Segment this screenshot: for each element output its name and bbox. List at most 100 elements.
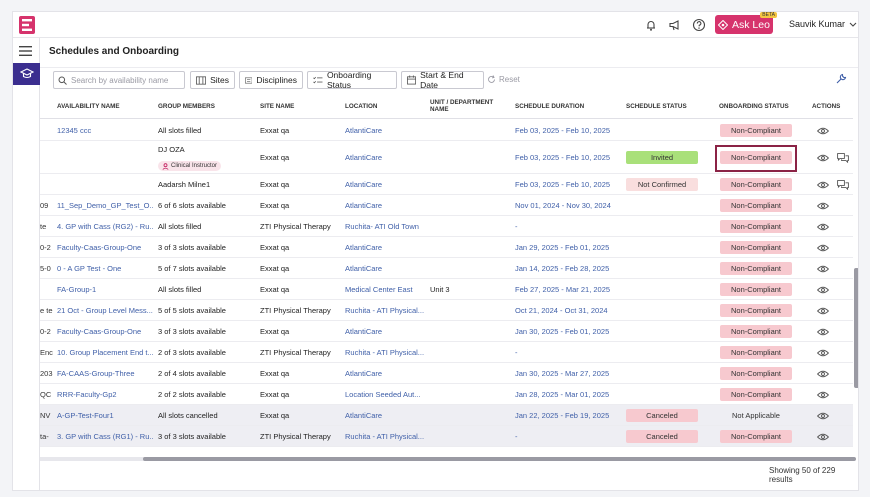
table-row[interactable]: Aadarsh Milne1 Exxat qa AtlantiCare Feb 03,… (40, 174, 853, 195)
search-field[interactable] (53, 71, 185, 89)
view-eye-icon[interactable] (817, 412, 829, 420)
column-header-onboarding-status[interactable]: ONBOARDING STATUS (719, 93, 789, 119)
ask-leo-button[interactable]: Ask Leo BETA (715, 12, 777, 34)
view-eye-icon[interactable] (817, 328, 829, 336)
location-link[interactable]: AtlantiCare (345, 411, 425, 420)
onboarding-status-badge[interactable]: Not Applicable (720, 409, 792, 422)
help-icon[interactable] (692, 18, 706, 32)
bell-icon[interactable] (644, 18, 658, 32)
user-menu[interactable]: Sauvik Kumar (789, 19, 857, 29)
table-row[interactable]: 0-2 Faculty-Caas-Group-One 3 of 3 slots av… (40, 321, 853, 342)
table-row[interactable]: NV A-GP-Test-Four1 All slots cancelled Exxa… (40, 405, 853, 426)
onboarding-status-badge[interactable]: Non-Compliant (720, 124, 792, 137)
sites-filter-button[interactable]: Sites (190, 71, 235, 89)
view-eye-icon[interactable] (817, 181, 829, 189)
location-link[interactable]: AtlantiCare (345, 201, 425, 210)
view-eye-icon[interactable] (817, 433, 829, 441)
table-row[interactable]: te 4. GP with Cass (RG2) - Ru... All slots… (40, 216, 853, 237)
table-row[interactable]: ta- 3. GP with Cass (RG1) - Ru... 3 of 3 s… (40, 426, 853, 447)
column-header-availability[interactable]: AVAILABILITY NAME (57, 93, 120, 119)
location-link[interactable]: AtlantiCare (345, 243, 425, 252)
view-eye-icon[interactable] (817, 349, 829, 357)
view-eye-icon[interactable] (817, 265, 829, 273)
availability-name-link[interactable]: 21 Oct - Group Level Mess... (57, 306, 153, 315)
location-link[interactable]: Location Seeded Aut... (345, 390, 425, 399)
view-eye-icon[interactable] (817, 244, 829, 252)
column-header-unit[interactable]: UNIT / DEPARTMENT NAME (430, 93, 500, 119)
onboarding-status-badge[interactable]: Non-Compliant (720, 367, 792, 380)
column-header-duration[interactable]: SCHEDULE DURATION (515, 93, 584, 119)
chat-icon[interactable] (837, 180, 849, 190)
exxat-logo[interactable] (19, 16, 35, 34)
location-link[interactable]: AtlantiCare (345, 264, 425, 273)
column-header-schedule-status[interactable]: SCHEDULE STATUS (626, 93, 687, 119)
availability-name-link[interactable]: 4. GP with Cass (RG2) - Ru... (57, 222, 153, 231)
availability-name-link[interactable]: Faculty-Caas-Group-One (57, 327, 153, 336)
view-eye-icon[interactable] (817, 202, 829, 210)
megaphone-icon[interactable] (668, 18, 682, 32)
availability-name-link[interactable]: 11_Sep_Demo_GP_Test_O... (57, 201, 153, 210)
table-row[interactable]: QC RRR-Faculty-Gp2 2 of 2 slots available E… (40, 384, 853, 405)
table-row[interactable]: 09 11_Sep_Demo_GP_Test_O... 6 of 6 slots a… (40, 195, 853, 216)
view-eye-icon[interactable] (817, 307, 829, 315)
table-row[interactable]: FA-Group-1 All slots filled Exxat qa Medica… (40, 279, 853, 300)
chat-icon[interactable] (837, 153, 849, 163)
location-link[interactable]: AtlantiCare (345, 369, 425, 378)
onboarding-status-badge[interactable]: Non-Compliant (720, 346, 792, 359)
availability-name-link[interactable]: 0 - A GP Test - One (57, 264, 153, 273)
location-link[interactable]: Ruchita- ATI Old Town (345, 222, 425, 231)
view-eye-icon[interactable] (817, 223, 829, 231)
onboarding-status-badge[interactable]: Non-Compliant (720, 430, 792, 443)
reset-button[interactable]: Reset (487, 75, 520, 84)
column-header-site[interactable]: SITE NAME (260, 93, 294, 119)
onboarding-status-badge[interactable]: Non-Compliant (720, 199, 792, 212)
location-link[interactable]: Medical Center East (345, 285, 425, 294)
location-link[interactable]: Ruchita - ATI Physical... (345, 348, 425, 357)
disciplines-filter-button[interactable]: Disciplines (239, 71, 303, 89)
availability-name-link[interactable]: 12345 ccc (57, 126, 153, 135)
date-range-filter-button[interactable]: Start & End Date (401, 70, 484, 90)
availability-name-link[interactable]: A-GP-Test-Four1 (57, 411, 153, 420)
wrench-icon[interactable] (835, 73, 847, 85)
table-row[interactable]: Enc 10. Group Placement End t... 2 of 3 sl… (40, 342, 853, 363)
table-row[interactable]: e te 21 Oct - Group Level Mess... 5 of 5 s… (40, 300, 853, 321)
onboarding-status-badge[interactable]: Non-Compliant (720, 304, 792, 317)
location-link[interactable]: Ruchita - ATI Physical... (345, 432, 425, 441)
onboarding-status-badge[interactable]: Non-Compliant (720, 325, 792, 338)
location-link[interactable]: Ruchita - ATI Physical... (345, 306, 425, 315)
hamburger-menu-icon[interactable] (19, 46, 32, 56)
table-row[interactable]: 5-0 0 - A GP Test - One 5 of 7 slots avail… (40, 258, 853, 279)
availability-name-link[interactable]: 3. GP with Cass (RG1) - Ru... (57, 432, 153, 441)
availability-name-link[interactable]: FA-CAAS-Group-Three (57, 369, 153, 378)
onboarding-status-badge[interactable]: Non-Compliant (720, 388, 792, 401)
column-header-location[interactable]: LOCATION (345, 93, 377, 119)
view-eye-icon[interactable] (817, 286, 829, 294)
location-link[interactable]: AtlantiCare (345, 126, 425, 135)
onboarding-status-badge[interactable]: Non-Compliant (720, 178, 792, 191)
sidebar-item-schedules[interactable] (13, 63, 40, 85)
onboarding-status-filter-button[interactable]: Onboarding Status (307, 70, 397, 90)
onboarding-status-badge[interactable]: Non-Compliant (720, 283, 792, 296)
availability-name-link[interactable]: RRR-Faculty-Gp2 (57, 390, 153, 399)
onboarding-status-badge[interactable]: Non-Compliant (720, 220, 792, 233)
location-link[interactable]: AtlantiCare (345, 153, 425, 162)
vertical-scrollbar-thumb[interactable] (854, 268, 858, 388)
onboarding-status-badge[interactable]: Non-Compliant (720, 241, 792, 254)
view-eye-icon[interactable] (817, 370, 829, 378)
view-eye-icon[interactable] (817, 391, 829, 399)
location-link[interactable]: AtlantiCare (345, 327, 425, 336)
table-row[interactable]: DJ OZA Clinical Instructor Exxat qa Atlanti… (40, 141, 853, 174)
table-row[interactable]: 0-2 Faculty-Caas-Group-One 3 of 3 slots av… (40, 237, 853, 258)
availability-name-link[interactable]: 10. Group Placement End t... (57, 348, 153, 357)
availability-name-link[interactable]: FA-Group-1 (57, 285, 153, 294)
table-row[interactable]: 203 FA-CAAS-Group-Three 2 of 4 slots avail… (40, 363, 853, 384)
view-eye-icon[interactable] (817, 154, 829, 162)
location-link[interactable]: AtlantiCare (345, 180, 425, 189)
table-row[interactable]: 12345 ccc All slots filled Exxat qa Atlanti… (40, 120, 853, 141)
search-input[interactable] (71, 75, 179, 85)
column-header-group[interactable]: GROUP MEMBERS (158, 93, 215, 119)
view-eye-icon[interactable] (817, 127, 829, 135)
onboarding-status-badge[interactable]: Non-Compliant (720, 262, 792, 275)
availability-name-link[interactable]: Faculty-Caas-Group-One (57, 243, 153, 252)
horizontal-scrollbar-thumb[interactable] (143, 457, 856, 461)
